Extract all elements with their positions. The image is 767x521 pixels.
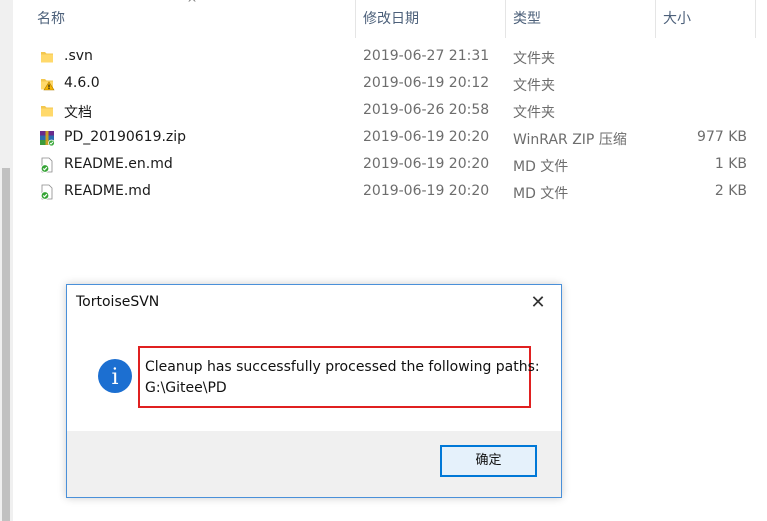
- column-name[interactable]: 名称 ^: [13, 0, 355, 38]
- file-type: 文件夹: [513, 78, 555, 94]
- file-type: 文件夹: [513, 51, 555, 67]
- close-icon: ✕: [530, 292, 546, 313]
- dialog-titlebar[interactable]: TortoiseSVN ✕: [67, 285, 561, 321]
- file-row-docs[interactable]: 文档 2019-06-26 20:58 文件夹: [13, 98, 767, 125]
- scrollbar-thumb[interactable]: [2, 168, 10, 521]
- info-icon: i: [98, 359, 132, 393]
- md-file-svn-ok-icon: [40, 184, 53, 200]
- file-row-readme[interactable]: README.md 2019-06-19 20:20 MD 文件 2 KB: [13, 179, 767, 206]
- file-size: 1 KB: [714, 156, 747, 172]
- column-modified[interactable]: 修改日期: [356, 0, 505, 38]
- file-modified: 2019-06-19 20:20: [363, 129, 490, 145]
- file-type: 文件夹: [513, 105, 555, 121]
- file-type: WinRAR ZIP 压缩: [513, 132, 627, 148]
- file-row-readme-en[interactable]: README.en.md 2019-06-19 20:20 MD 文件 1 KB: [13, 152, 767, 179]
- column-header: 名称 ^ 修改日期 类型 大小: [13, 0, 767, 38]
- file-row-4-6-0[interactable]: 4.6.0 2019-06-19 20:12 文件夹: [13, 71, 767, 98]
- file-modified: 2019-06-27 21:31: [363, 48, 490, 64]
- file-name: 4.6.0: [64, 75, 100, 91]
- zip-archive-icon: [40, 131, 55, 146]
- ok-button[interactable]: 确定: [440, 445, 537, 477]
- file-modified: 2019-06-19 20:20: [363, 183, 490, 199]
- file-name: README.md: [64, 183, 151, 199]
- column-type-label: 类型: [513, 11, 541, 27]
- file-size: 2 KB: [714, 183, 747, 199]
- file-name: .svn: [64, 48, 93, 64]
- folder-icon: [41, 52, 53, 63]
- file-row-zip[interactable]: PD_20190619.zip 2019-06-19 20:20 WinRAR …: [13, 125, 767, 152]
- file-row-svn[interactable]: .svn 2019-06-27 21:31 文件夹: [13, 44, 767, 71]
- dialog-content: i Cleanup has successfully processed the…: [67, 321, 561, 431]
- dialog-title: TortoiseSVN: [76, 294, 160, 310]
- left-scrollbar[interactable]: [0, 0, 13, 521]
- message-line-1: Cleanup has successfully processed the f…: [145, 359, 540, 375]
- column-modified-label: 修改日期: [363, 11, 419, 27]
- md-file-svn-ok-icon: [40, 157, 53, 173]
- column-type[interactable]: 类型: [506, 0, 655, 38]
- dialog-footer: 确定: [67, 431, 561, 497]
- column-size-label: 大小: [663, 11, 691, 27]
- close-button[interactable]: ✕: [515, 285, 561, 321]
- file-size: 977 KB: [697, 129, 747, 145]
- tortoisesvn-dialog: TortoiseSVN ✕ i Cleanup has successfully…: [66, 284, 562, 498]
- folder-warning-icon: [41, 79, 55, 91]
- column-divider[interactable]: [755, 0, 756, 38]
- message-line-2: G:\Gitee\PD: [145, 380, 227, 396]
- dialog-message: Cleanup has successfully processed the f…: [145, 357, 540, 399]
- folder-icon: [41, 106, 53, 117]
- file-name: 文档: [64, 105, 92, 121]
- sort-ascending-icon: ^: [187, 0, 198, 10]
- file-type: MD 文件: [513, 186, 569, 202]
- column-name-label: 名称: [37, 11, 65, 27]
- file-type: MD 文件: [513, 159, 569, 175]
- file-name: README.en.md: [64, 156, 173, 172]
- file-modified: 2019-06-19 20:20: [363, 156, 490, 172]
- column-size[interactable]: 大小: [656, 0, 756, 38]
- file-modified: 2019-06-26 20:58: [363, 102, 490, 118]
- file-name: PD_20190619.zip: [64, 129, 187, 145]
- file-modified: 2019-06-19 20:12: [363, 75, 490, 91]
- info-glyph: i: [111, 365, 118, 390]
